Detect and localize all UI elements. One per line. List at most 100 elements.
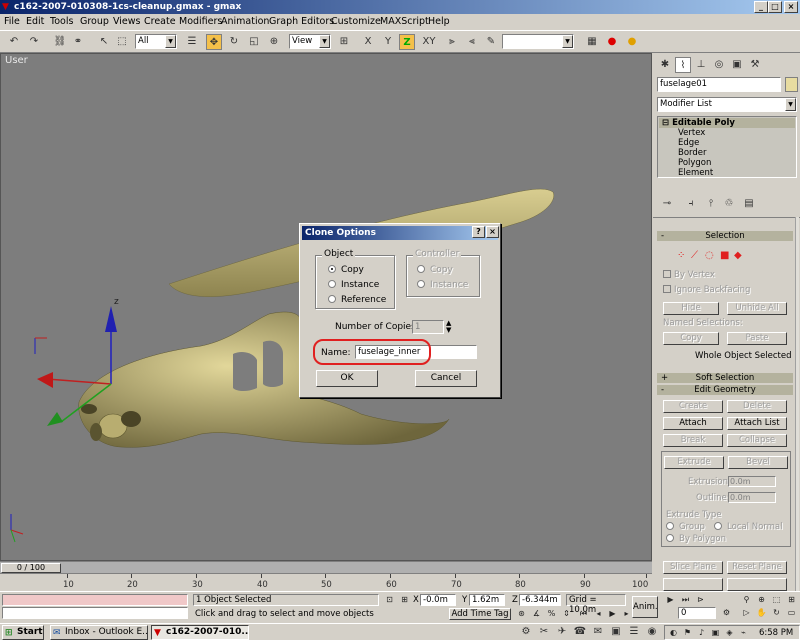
stack-border[interactable]: Border [678,148,707,158]
close-window-button[interactable]: × [784,1,798,13]
extrude-button[interactable]: Extrude [664,456,724,469]
stack-polygon[interactable]: Polygon [678,158,711,168]
reference-coord-dropdown[interactable]: View ▼ [289,34,331,49]
controller-instance-radio[interactable]: Instance [417,280,468,290]
tray-icon-6[interactable]: ⌁ [737,627,750,638]
mirror-icon[interactable]: ⫸ [444,34,460,50]
attach-list-button[interactable]: Attach List [727,417,787,430]
extrude-by-polygon-radio[interactable]: By Polygon [666,534,726,544]
dialog-help-button[interactable]: ? [472,226,485,238]
quicklaunch-icon-7[interactable]: ☰ [626,624,642,640]
axis-constraint-xy[interactable]: XY [419,34,439,50]
stack-edge[interactable]: Edge [678,138,699,148]
spinner-snap-icon[interactable]: ⇕ [560,608,573,619]
create-tab-icon[interactable]: ✱ [657,57,673,73]
cut-button[interactable] [727,578,787,591]
go-to-start-icon[interactable]: ⏮ [577,608,590,619]
by-vertex-checkbox[interactable]: By Vertex [663,270,715,280]
menu-help[interactable]: Help [428,16,450,27]
region-select-icon[interactable]: ⬚ [114,34,130,50]
unlink-selection-icon[interactable]: ⚭ [70,34,86,50]
animate-toggle-button[interactable]: Anim. [632,596,658,618]
border-subobject-icon[interactable]: ◌ [705,250,714,261]
field-of-view-icon[interactable]: ▷ [740,607,753,618]
taskbar-outlook[interactable]: ✉ Inbox - Outlook E... [50,625,148,640]
copy-selection-button[interactable]: Copy [663,332,719,345]
reset-plane-button[interactable]: Reset Plane [727,561,787,574]
outline-spinner[interactable]: 0.0m [728,492,776,503]
edit-geometry-rollout-header[interactable]: - Edit Geometry [657,385,793,395]
time-config-icon[interactable]: ⚙ [720,607,733,618]
object-name-field[interactable]: fuselage01 [657,77,781,92]
controller-copy-radio[interactable]: Copy [417,265,453,275]
maxscript-listener-mini[interactable] [2,594,188,606]
timeline-ruler[interactable]: 10 20 30 40 50 60 70 80 90 100 [0,573,652,591]
zoom-extents-all-icon[interactable]: ⊞ [785,594,798,605]
slice-plane-button[interactable]: Slice Plane [663,561,723,574]
hide-button[interactable]: Hide [663,302,719,315]
menu-animation[interactable]: Animation [221,16,269,27]
taskbar-gmax[interactable]: ▼ c162-2007-010... [151,625,249,640]
material-editor-icon[interactable]: ▦ [584,34,600,50]
go-to-end-icon[interactable]: ⏭ [679,594,692,605]
arc-rotate-icon[interactable]: ↻ [770,607,783,618]
element-subobject-icon[interactable]: ◆ [734,250,742,261]
tray-icon-1[interactable]: ◐ [667,627,680,638]
select-object-icon[interactable]: ↖ [96,34,112,50]
cancel-button[interactable]: Cancel [415,370,477,387]
panel-scrollbar[interactable] [795,217,799,593]
paste-selection-button[interactable]: Paste [727,332,787,345]
remove-modifier-icon[interactable]: ♲ [721,196,737,212]
select-and-scale-icon[interactable]: ◱ [246,34,262,50]
extrusion-spinner[interactable]: 0.0m [728,476,776,487]
render-teapot-icon[interactable]: ● [604,34,620,50]
snap-toggle-icon[interactable]: ⊛ [515,608,528,619]
tray-icon-3[interactable]: ♪ [695,627,708,638]
tray-icon-2[interactable]: ⚑ [681,627,694,638]
time-slider[interactable]: 0 / 100 [0,561,652,573]
copies-spinner[interactable]: 1 [412,320,444,334]
quick-render-icon[interactable]: ● [624,34,640,50]
soft-selection-rollout-header[interactable]: + Soft Selection [657,373,793,383]
edge-subobject-icon[interactable]: ⟋ [691,250,698,261]
object-copy-radio[interactable]: Copy [328,265,364,275]
object-color-swatch[interactable] [785,77,798,92]
ignore-backfacing-checkbox[interactable]: Ignore Backfacing [663,285,750,295]
redo-icon[interactable]: ↷ [26,34,42,50]
quicklaunch-icon-5[interactable]: ✉ [590,624,606,640]
extrude-local-normal-radio[interactable]: Local Normal [714,522,783,532]
vertex-subobject-icon[interactable]: ⁘ [677,250,685,261]
menu-group[interactable]: Group [80,16,109,27]
utilities-tab-icon[interactable]: ⚒ [747,57,763,73]
maximize-button[interactable]: □ [768,1,782,13]
object-instance-radio[interactable]: Instance [328,280,379,290]
window-title-bar[interactable]: ▼ c162-2007-010308-1cs-cleanup.gmax - gm… [0,0,800,14]
previous-frame-icon[interactable]: ◂ [592,608,605,619]
motion-tab-icon[interactable]: ◎ [711,57,727,73]
quicklaunch-icon-1[interactable]: ⚙ [518,624,534,640]
modify-tab-icon[interactable]: ⌇ [675,57,691,73]
menu-customize[interactable]: Customize [331,16,381,27]
stack-editable-poly[interactable]: ⊟ Editable Poly [659,118,795,128]
spinner-arrows-icon[interactable]: ▲ ▼ [446,320,451,334]
menu-tools[interactable]: Tools [50,16,73,27]
play-animation-icon[interactable]: ▶ [664,594,677,605]
select-and-move-icon[interactable]: ✥ [206,34,222,50]
dialog-close-button[interactable]: × [486,226,499,238]
pivot-center-icon[interactable]: ⊕ [266,34,282,50]
clone-name-input[interactable]: fuselage_inner [355,345,477,359]
pin-stack-icon[interactable]: ⊸ [659,196,675,212]
absolute-mode-icon[interactable]: ⊞ [398,594,411,605]
menu-create[interactable]: Create [144,16,176,27]
key-mode-icon[interactable]: ⊳ [694,594,707,605]
time-slider-thumb[interactable]: 0 / 100 [1,563,61,573]
configure-sets-icon[interactable]: ▤ [741,196,757,212]
ok-button[interactable]: OK [316,370,378,387]
percent-snap-icon[interactable]: % [545,608,558,619]
menu-maxscript[interactable]: MAXScript [380,16,429,27]
unhide-all-button[interactable]: Unhide All [727,302,787,315]
tray-icon-4[interactable]: ▣ [709,627,722,638]
axis-constraint-z[interactable]: Z [399,34,415,50]
modifier-list-dropdown[interactable]: Modifier List ▼ [657,97,797,112]
maxscript-input-mini[interactable] [2,607,188,619]
